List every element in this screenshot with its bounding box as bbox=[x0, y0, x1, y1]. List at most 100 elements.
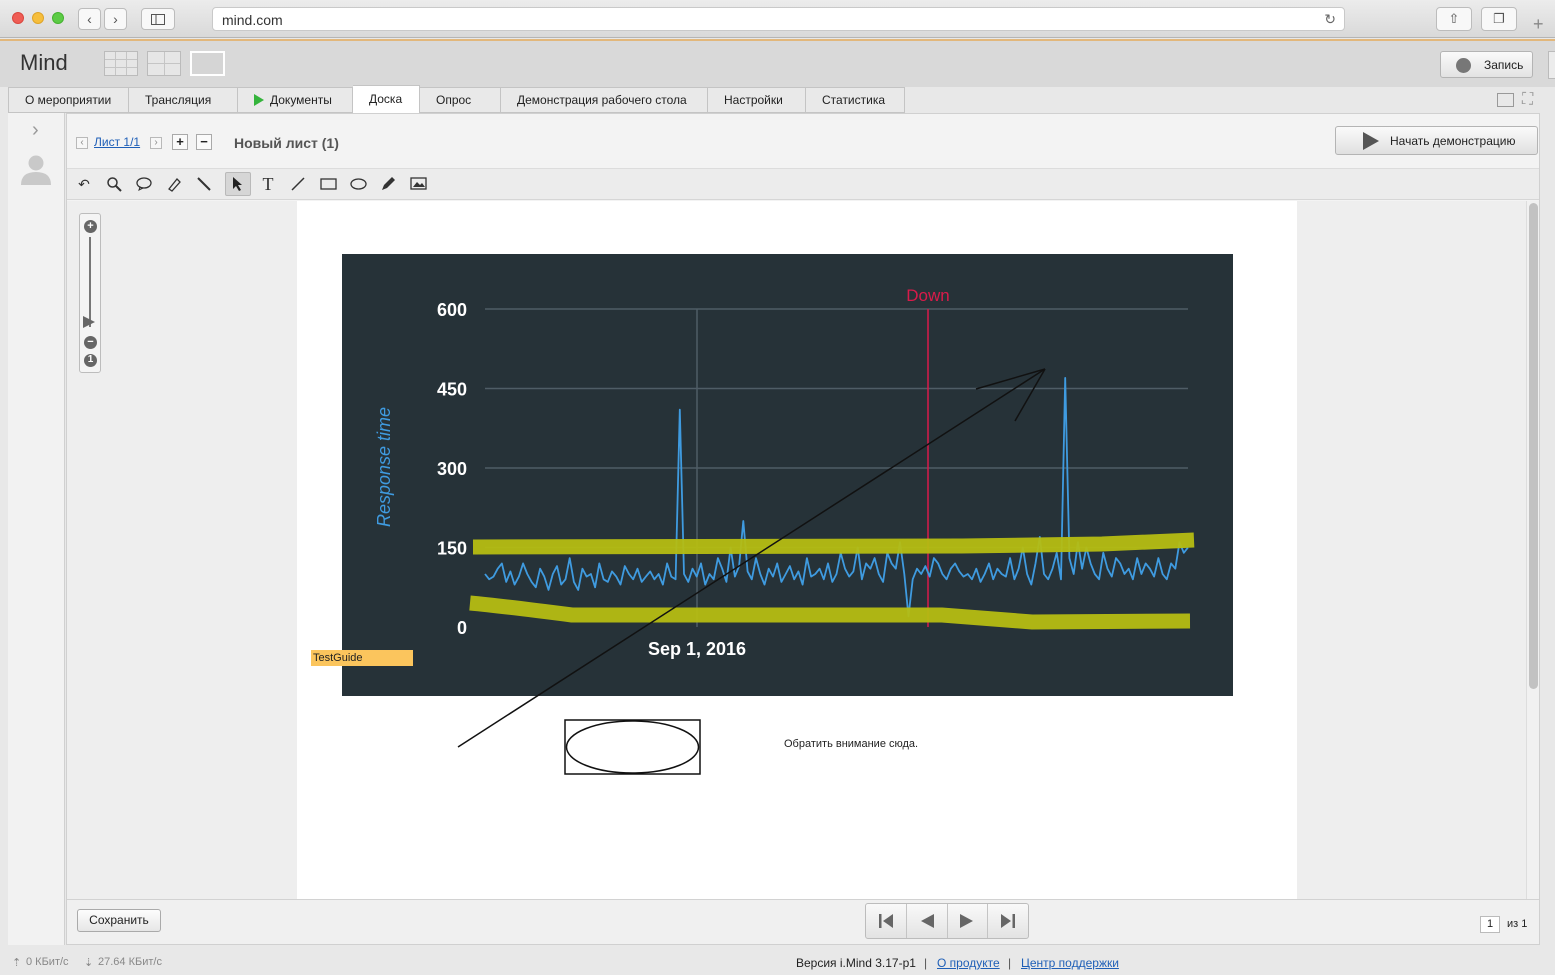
brush-icon bbox=[197, 177, 211, 191]
next-sheet-button[interactable]: › bbox=[150, 137, 162, 149]
upload-speed: 0 КБит/с bbox=[26, 956, 69, 968]
status-bar: ⇡ 0 КБит/с ⇣ 27.64 КБит/с Версия i.Mind … bbox=[0, 950, 1555, 975]
sheet-nav-link[interactable]: Лист 1/1 bbox=[94, 135, 140, 149]
chevron-right-icon: › bbox=[113, 11, 118, 27]
add-sheet-button[interactable]: + bbox=[172, 134, 188, 150]
sidebar-toggle-button[interactable] bbox=[141, 8, 175, 30]
expand-sidebar-icon[interactable]: › bbox=[32, 119, 39, 142]
line-icon bbox=[291, 177, 305, 191]
upload-arrow-icon: ⇡ bbox=[12, 957, 22, 969]
select-tool[interactable] bbox=[225, 172, 251, 196]
tabs-overview-button[interactable]: ❐ bbox=[1481, 7, 1517, 31]
tab-settings[interactable]: Настройки bbox=[708, 87, 806, 113]
undo-icon: ↶ bbox=[78, 176, 90, 192]
arrow-annotation[interactable] bbox=[297, 201, 1297, 899]
pencil-icon bbox=[382, 177, 395, 190]
rectangle-tool[interactable] bbox=[315, 172, 341, 196]
layout-split-icon[interactable] bbox=[147, 51, 181, 76]
magnifier-icon bbox=[107, 177, 122, 192]
note-text[interactable]: Обратить внимание сюда. bbox=[784, 738, 918, 750]
sidebar-icon bbox=[151, 14, 165, 25]
page-number-input[interactable]: 1 bbox=[1480, 916, 1500, 933]
image-icon bbox=[409, 177, 427, 190]
status-separator: | bbox=[1008, 956, 1012, 970]
prev-sheet-button[interactable]: ‹ bbox=[76, 137, 88, 149]
tab-screen-share[interactable]: Демонстрация рабочего стола bbox=[501, 87, 708, 113]
reload-icon[interactable]: ↻ bbox=[1324, 11, 1336, 28]
zoom-tool[interactable] bbox=[101, 172, 127, 196]
tab-documents[interactable]: Документы bbox=[238, 87, 353, 113]
play-icon bbox=[1363, 132, 1379, 150]
board-panel: ‹ Лист 1/1 › + − Новый лист (1) Начать д… bbox=[66, 113, 1540, 945]
marker-icon bbox=[168, 178, 181, 192]
board-page[interactable]: 600 450 300 150 0 Response time Down Sep 1, … bbox=[297, 201, 1297, 899]
last-page-button[interactable] bbox=[988, 904, 1028, 938]
save-button[interactable]: Сохранить bbox=[77, 909, 161, 932]
prev-page-button[interactable] bbox=[907, 904, 948, 938]
zoom-control: + − 1 bbox=[79, 213, 101, 373]
vertical-scrollbar[interactable] bbox=[1526, 201, 1539, 899]
line-tool[interactable] bbox=[285, 172, 311, 196]
page-count: из 1 bbox=[1507, 918, 1528, 930]
comment-tool[interactable] bbox=[131, 172, 157, 196]
image-tool[interactable] bbox=[405, 172, 431, 196]
tab-event-info[interactable]: О мероприятии bbox=[8, 87, 129, 113]
text-tool[interactable]: T bbox=[255, 172, 281, 196]
close-window-button[interactable] bbox=[12, 12, 24, 24]
start-demo-button[interactable]: Начать демонстрацию bbox=[1335, 126, 1538, 155]
new-tab-icon[interactable]: + bbox=[1533, 14, 1544, 35]
tab-poll[interactable]: Опрос bbox=[420, 87, 501, 113]
last-page-icon bbox=[1001, 914, 1016, 928]
first-page-button[interactable] bbox=[866, 904, 907, 938]
share-icon: ⇧ bbox=[1448, 11, 1460, 26]
record-label: Запись bbox=[1484, 58, 1524, 72]
speech-bubble-icon bbox=[136, 177, 152, 191]
undo-tool[interactable]: ↶ bbox=[71, 172, 97, 196]
panel-edge bbox=[1548, 51, 1555, 79]
version-text: Версия i.Mind 3.17-p1 bbox=[796, 956, 916, 970]
zoom-reset-icon[interactable]: 1 bbox=[84, 354, 97, 367]
first-page-icon bbox=[878, 914, 893, 928]
tab-statistics[interactable]: Статистика bbox=[806, 87, 905, 113]
ellipse-icon bbox=[349, 178, 367, 190]
back-button[interactable]: ‹ bbox=[78, 8, 101, 30]
zoom-slider-handle[interactable] bbox=[83, 316, 95, 328]
zoom-in-icon[interactable]: + bbox=[84, 220, 97, 233]
minimize-window-button[interactable] bbox=[32, 12, 44, 24]
next-page-button[interactable] bbox=[948, 904, 989, 938]
eraser-tool[interactable] bbox=[191, 172, 217, 196]
sheet-title: Новый лист (1) bbox=[234, 135, 339, 151]
rectangle-ellipse-shape[interactable] bbox=[564, 719, 702, 777]
prev-page-icon bbox=[920, 914, 934, 928]
zoom-out-icon[interactable]: − bbox=[84, 336, 97, 349]
highlighter-tool[interactable] bbox=[161, 172, 187, 196]
record-icon bbox=[1456, 58, 1471, 73]
tab-broadcast[interactable]: Трансляция bbox=[129, 87, 238, 113]
layout-single-icon[interactable] bbox=[190, 51, 225, 76]
tab-board[interactable]: Доска bbox=[353, 85, 420, 113]
start-demo-label: Начать демонстрацию bbox=[1390, 134, 1516, 148]
main-tabs: О мероприятии Трансляция Документы Доска… bbox=[8, 85, 905, 113]
scrollbar-thumb[interactable] bbox=[1529, 203, 1538, 689]
zoom-slider-track[interactable] bbox=[89, 237, 91, 327]
window-mode-icon[interactable] bbox=[1497, 93, 1514, 107]
pencil-tool[interactable] bbox=[375, 172, 401, 196]
about-product-link[interactable]: О продукте bbox=[937, 956, 1000, 970]
fullscreen-icon[interactable]: ⛶ bbox=[1522, 91, 1533, 109]
share-button[interactable]: ⇧ bbox=[1436, 7, 1472, 31]
record-button[interactable]: Запись bbox=[1440, 51, 1533, 78]
drawing-toolbar: ↶ T bbox=[67, 168, 1539, 200]
maximize-window-button[interactable] bbox=[52, 12, 64, 24]
support-center-link[interactable]: Центр поддержки bbox=[1021, 956, 1119, 970]
tabs-icon: ❐ bbox=[1493, 11, 1505, 26]
remove-sheet-button[interactable]: − bbox=[196, 134, 212, 150]
layout-grid-icon[interactable] bbox=[104, 51, 138, 76]
app-title: Mind bbox=[20, 50, 68, 75]
browser-toolbar: ‹ › mind.com ↻ ⇧ ❐ + bbox=[0, 0, 1555, 38]
ellipse-tool[interactable] bbox=[345, 172, 371, 196]
cursor-arrow-icon bbox=[233, 177, 242, 191]
address-bar[interactable]: mind.com ↻ bbox=[212, 7, 1345, 31]
rectangle-icon bbox=[319, 178, 337, 190]
url-text: mind.com bbox=[222, 12, 283, 28]
forward-button[interactable]: › bbox=[104, 8, 127, 30]
